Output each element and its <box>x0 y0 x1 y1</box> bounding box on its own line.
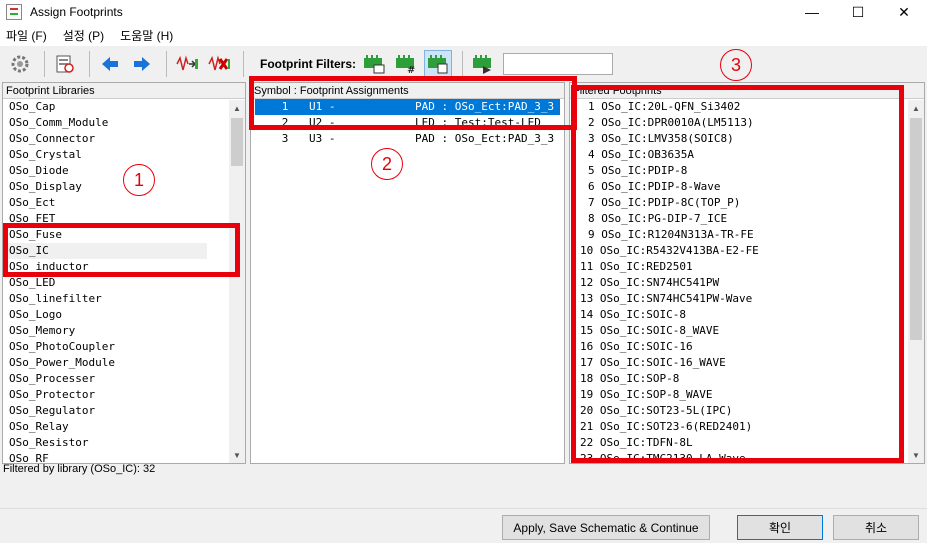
filter-text-input[interactable] <box>503 53 613 75</box>
ok-button[interactable]: 확인 <box>737 515 823 540</box>
status-text: Filtered by library (OSo_IC): 32 <box>3 463 156 475</box>
scroll-up-icon[interactable]: ▲ <box>229 100 245 116</box>
toolbar-separator <box>243 51 244 77</box>
library-item[interactable]: OSo_Crystal <box>3 147 245 163</box>
scroll-down-icon[interactable]: ▼ <box>229 447 245 463</box>
library-item[interactable]: OSo_PhotoCoupler <box>3 339 245 355</box>
library-item[interactable]: OSo_Resistor <box>3 435 245 451</box>
scroll-up-icon[interactable]: ▲ <box>908 100 924 116</box>
scroll-down-icon[interactable]: ▼ <box>908 447 924 463</box>
annotation-box-footprints <box>571 85 904 463</box>
settings-gear-icon[interactable] <box>6 50 34 78</box>
filter-pin-count-icon[interactable]: # <box>392 50 420 78</box>
assignment-number: 3 <box>281 132 289 145</box>
annotation-box-libraries <box>3 223 240 277</box>
minimize-button[interactable]: — <box>789 0 835 24</box>
delete-assignments-icon[interactable] <box>205 50 233 78</box>
close-button[interactable]: ✕ <box>881 0 927 24</box>
libraries-list[interactable]: OSo_Cap OSo_Comm_Module OSo_Connector OSo_C… <box>3 99 245 463</box>
toolbar-separator <box>89 51 90 77</box>
assignment-footprint: PAD : OSo_Ect:PAD_3_3 <box>415 132 555 145</box>
library-item[interactable]: OSo_Memory <box>3 323 245 339</box>
maximize-button[interactable]: ☐ <box>835 0 881 24</box>
library-item[interactable]: OSo_Protector <box>3 387 245 403</box>
filter-library-icon[interactable] <box>424 50 452 78</box>
scroll-thumb[interactable] <box>910 118 922 340</box>
assignment-reference: U3 - <box>309 132 336 145</box>
annotation-number-3: 3 <box>720 49 752 81</box>
assignments-panel: Symbol : Footprint Assignments 1 U1 - PAD … <box>250 82 565 464</box>
scroll-thumb[interactable] <box>231 118 243 166</box>
filter-keywords-icon[interactable] <box>360 50 388 78</box>
libraries-scrollbar[interactable]: ▲ ▼ <box>229 100 245 463</box>
filter-text-icon[interactable] <box>469 50 497 78</box>
footprint-filters-label: Footprint Filters: <box>260 57 356 71</box>
menu-help[interactable]: 도움말 (H) <box>120 27 173 44</box>
annotation-box-assignments <box>249 76 577 130</box>
library-browser-icon[interactable] <box>51 50 79 78</box>
toolbar-separator <box>44 51 45 77</box>
footprints-scrollbar[interactable]: ▲ ▼ <box>908 100 924 463</box>
toolbar-separator <box>462 51 463 77</box>
library-item[interactable]: OSo_Power_Module <box>3 355 245 371</box>
svg-text:#: # <box>407 65 415 75</box>
auto-assign-icon[interactable] <box>173 50 201 78</box>
assignment-row[interactable]: 3 U3 - PAD : OSo_Ect:PAD_3_3 <box>255 131 560 147</box>
menu-settings[interactable]: 설정 (P) <box>63 27 104 44</box>
annotation-number-2: 2 <box>371 148 403 180</box>
app-icon <box>6 4 22 20</box>
arrow-right-icon[interactable] <box>128 50 156 78</box>
menu-file[interactable]: 파일 (F) <box>6 27 47 44</box>
window-title: Assign Footprints <box>30 5 123 19</box>
library-item[interactable]: OSo_Relay <box>3 419 245 435</box>
library-item[interactable]: OSo_Ect <box>3 195 245 211</box>
library-item[interactable]: OSo_Comm_Module <box>3 115 245 131</box>
cancel-button[interactable]: 취소 <box>833 515 919 540</box>
library-item[interactable]: OSo_LED <box>3 275 245 291</box>
libraries-header: Footprint Libraries <box>3 83 245 99</box>
toolbar-separator <box>166 51 167 77</box>
menu-bar: 파일 (F) 설정 (P) 도움말 (H) <box>0 24 927 46</box>
library-item[interactable]: OSo_Cap <box>3 99 245 115</box>
library-item[interactable]: OSo_Logo <box>3 307 245 323</box>
arrow-left-icon[interactable] <box>96 50 124 78</box>
library-item[interactable]: OSo_Processer <box>3 371 245 387</box>
window-controls: — ☐ ✕ <box>789 0 927 24</box>
title-bar: Assign Footprints — ☐ ✕ <box>0 0 927 24</box>
library-item[interactable]: OSo_Connector <box>3 131 245 147</box>
annotation-number-1: 1 <box>123 164 155 196</box>
library-item[interactable]: OSo_Regulator <box>3 403 245 419</box>
library-item[interactable]: OSo_linefilter <box>3 291 245 307</box>
apply-save-continue-button[interactable]: Apply, Save Schematic & Continue <box>502 515 710 540</box>
